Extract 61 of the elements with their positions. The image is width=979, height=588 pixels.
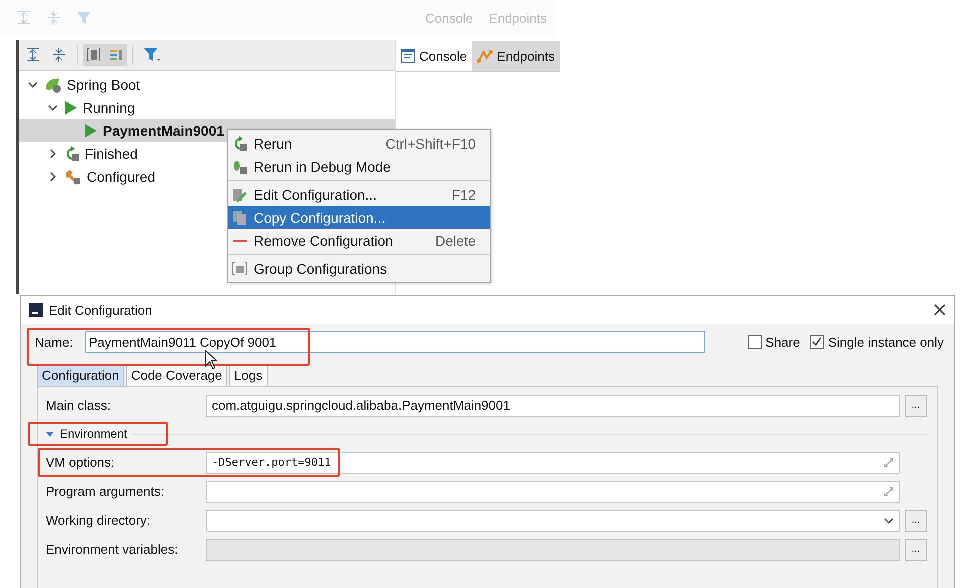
text-field[interactable]: com.atguigu.springcloud.alibaba.PaymentMain9001 (206, 394, 900, 416)
checkbox-label: Share (766, 334, 800, 350)
list-icon[interactable] (105, 44, 127, 66)
dropdown-icon[interactable] (884, 516, 894, 526)
tree-label: Finished (85, 146, 138, 162)
console-icon (401, 49, 416, 63)
tree-label: Spring Boot (67, 76, 140, 92)
tab[interactable]: Code Coverage (126, 364, 228, 386)
tree-label: Running (83, 100, 136, 116)
menu-item[interactable]: Rerun in Debug Mode (228, 155, 490, 178)
folder-icon (232, 260, 248, 276)
copy-icon (232, 210, 248, 226)
text-field[interactable] (206, 480, 900, 502)
tree-label: Configured (87, 168, 156, 184)
expand-icon[interactable] (884, 486, 894, 496)
field-label: Main class: (46, 398, 112, 413)
browse-button[interactable]: ... (905, 510, 927, 532)
text-field[interactable]: -DServer.port=9011 (206, 452, 900, 474)
menu-item[interactable]: Copy Configuration... (228, 206, 490, 229)
close-icon[interactable] (934, 304, 946, 316)
filter-icon[interactable] (143, 47, 161, 63)
play-icon (84, 122, 98, 138)
tab[interactable]: Configuration (37, 364, 124, 386)
field-label: VM options: (46, 455, 116, 470)
expand-icon[interactable] (884, 458, 894, 468)
app-icon (29, 303, 43, 317)
menu-item[interactable]: Group Configurations (228, 257, 490, 280)
checkbox-label: Single instance only (828, 334, 944, 350)
browse-button[interactable]: ... (905, 394, 927, 416)
checkbox[interactable] (810, 335, 824, 349)
triangle-icon[interactable] (46, 430, 54, 438)
dialog-title: Edit Configuration (49, 302, 154, 318)
tree-row[interactable]: Spring Boot (19, 73, 396, 96)
menu-item[interactable]: Remove Configuration Delete (228, 229, 490, 252)
rerun-icon (232, 136, 248, 152)
field-label: Working directory: (46, 513, 152, 528)
tab[interactable]: Endpoints (472, 41, 560, 71)
field-label: Program arguments: (46, 484, 166, 499)
minus-icon (233, 240, 247, 242)
name-field[interactable]: PaymentMain9011 CopyOf 9001 (85, 331, 705, 353)
group-icon[interactable] (83, 44, 105, 66)
leaf-icon (44, 76, 62, 92)
rerun-icon (64, 146, 80, 162)
tree-label: PaymentMain9001 (103, 122, 224, 138)
play-icon (64, 100, 78, 116)
wrench-icon (64, 168, 82, 184)
tab[interactable]: Console (396, 41, 472, 71)
section-label: Environment (60, 427, 128, 441)
nodes-icon (477, 49, 494, 63)
pencil-icon (232, 186, 248, 202)
menu-item[interactable]: Edit Configuration... F12 (228, 183, 490, 206)
tab[interactable]: Logs (229, 364, 268, 386)
field-label: Environment variables: (46, 542, 180, 557)
text-field[interactable] (206, 510, 900, 532)
field-label: Name: (35, 334, 74, 350)
collapse-all-icon[interactable] (51, 47, 67, 63)
expand-all-icon[interactable] (25, 47, 41, 63)
tree-row[interactable]: Running (19, 96, 396, 119)
checkbox[interactable] (748, 335, 762, 349)
bug-icon (232, 158, 248, 174)
cursor-icon (205, 350, 219, 370)
